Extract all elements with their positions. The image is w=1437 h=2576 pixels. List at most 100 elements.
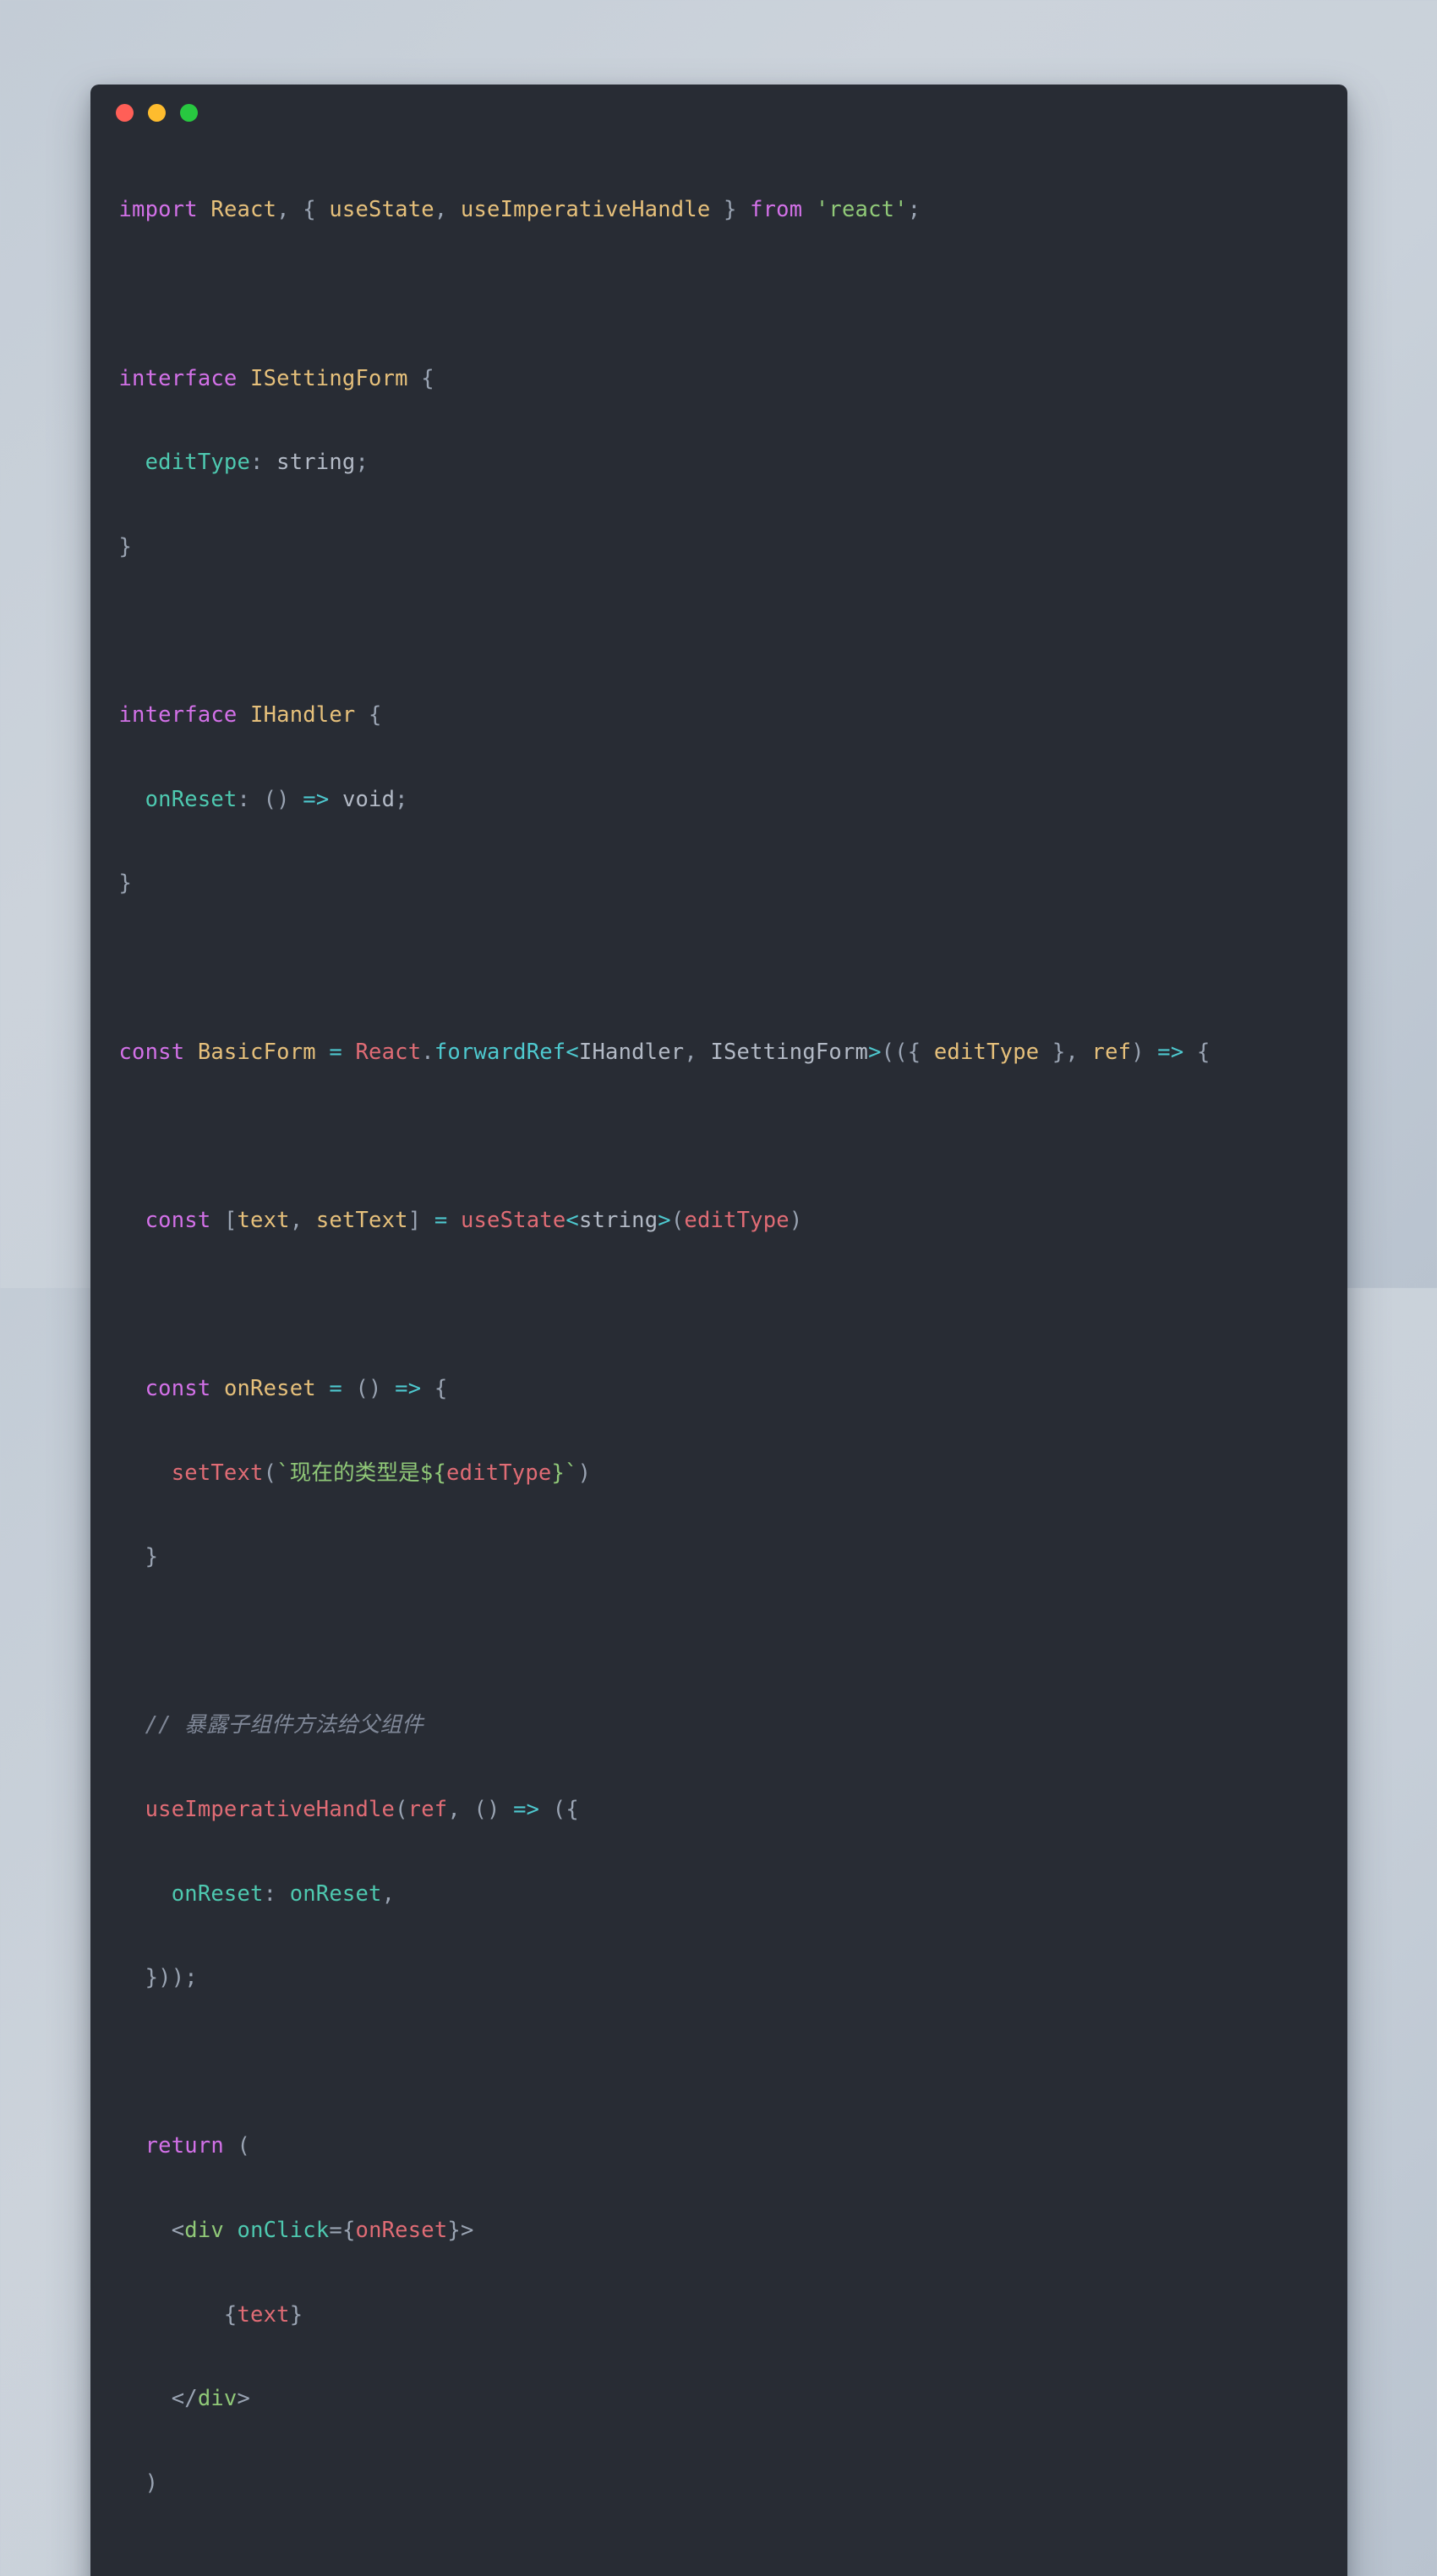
code-token: . <box>421 1039 434 1065</box>
code-token: ( <box>670 1207 685 1233</box>
code-window: import React, { useState, useImperativeH… <box>90 85 1347 2576</box>
code-token: onReset <box>171 1880 264 1907</box>
code-token: string <box>578 1207 658 1233</box>
code-token: => <box>513 1796 540 1822</box>
code-token: ] <box>407 1207 422 1233</box>
code-token: useState <box>460 1207 566 1233</box>
code-token: editType <box>145 450 251 476</box>
code-token: () <box>473 1796 500 1822</box>
code-token: text <box>237 1207 290 1233</box>
code-line: ) <box>119 2470 1319 2497</box>
code-token: const <box>145 1207 211 1233</box>
code-line: interface ISettingForm { <box>119 365 1319 393</box>
code-token: React <box>210 197 277 223</box>
code-token: > <box>658 1207 671 1233</box>
code-token: ( <box>223 2133 251 2159</box>
code-token: void <box>341 786 396 812</box>
code-token: interface <box>118 365 238 391</box>
code-block[interactable]: import React, { useState, useImperativeH… <box>90 140 1347 2576</box>
code-token: const <box>118 1039 185 1065</box>
code-token: { <box>341 2218 356 2244</box>
code-line: {text} <box>119 2301 1319 2329</box>
code-token: ${ <box>419 1460 447 1486</box>
code-token: { <box>421 1375 448 1401</box>
code-token: onClick <box>237 2218 330 2244</box>
code-token: onReset <box>289 1880 382 1907</box>
code-token: from <box>750 197 803 223</box>
code-token: ref <box>407 1796 448 1822</box>
code-token: ) <box>789 1207 803 1233</box>
code-token: ({ <box>539 1796 579 1822</box>
code-token: > <box>868 1039 882 1065</box>
code-token: < <box>171 2218 185 2244</box>
code-line: const [text, setText] = useState<string>… <box>119 1207 1319 1235</box>
code-token: setText <box>315 1207 408 1233</box>
code-token: // 暴露子组件方法给父组件 <box>118 1712 423 1738</box>
code-token: < <box>566 1207 579 1233</box>
code-token: ; <box>395 786 408 812</box>
code-line: })); <box>119 1964 1319 1992</box>
code-token: } <box>289 2301 303 2328</box>
code-line: </div> <box>119 2385 1319 2413</box>
code-token: interface <box>118 702 238 729</box>
code-token: () <box>263 786 290 812</box>
code-token: { <box>1183 1039 1210 1065</box>
code-token: div <box>184 2218 224 2244</box>
code-token: useImperativeHandle <box>145 1796 396 1822</box>
code-token: BasicForm <box>197 1039 316 1065</box>
code-token: { <box>407 365 434 391</box>
minimize-icon[interactable] <box>147 103 166 122</box>
close-icon[interactable] <box>115 103 134 122</box>
code-token: onReset <box>355 2218 448 2244</box>
code-token: = <box>329 1375 342 1401</box>
code-line: interface IHandler { <box>119 701 1319 729</box>
code-token: ; <box>355 450 369 476</box>
code-token: => <box>1157 1039 1184 1065</box>
code-token: = <box>329 1039 342 1065</box>
code-line: } <box>119 870 1319 898</box>
maximize-icon[interactable] <box>179 103 198 122</box>
code-token: ( <box>395 1796 408 1822</box>
code-token: { <box>223 2301 238 2328</box>
code-token: ISettingForm <box>710 1039 869 1065</box>
code-token: , <box>289 1207 316 1233</box>
code-token: } <box>447 2218 461 2244</box>
code-token: ) <box>118 2470 159 2496</box>
code-line: useImperativeHandle(ref, () => ({ <box>119 1796 1319 1824</box>
code-token: , <box>276 197 303 223</box>
screenshot-stage: import React, { useState, useImperativeH… <box>0 0 1437 2576</box>
code-token: useState <box>329 197 434 223</box>
code-token: [ <box>223 1207 238 1233</box>
code-token: : <box>250 450 277 476</box>
code-token: , <box>447 1796 474 1822</box>
code-token: , <box>381 1880 396 1907</box>
code-token: useImperativeHandle <box>460 197 711 223</box>
code-token: 'react' <box>815 197 908 223</box>
code-token: = <box>329 2218 342 2244</box>
code-line: import React, { useState, useImperativeH… <box>119 196 1319 224</box>
